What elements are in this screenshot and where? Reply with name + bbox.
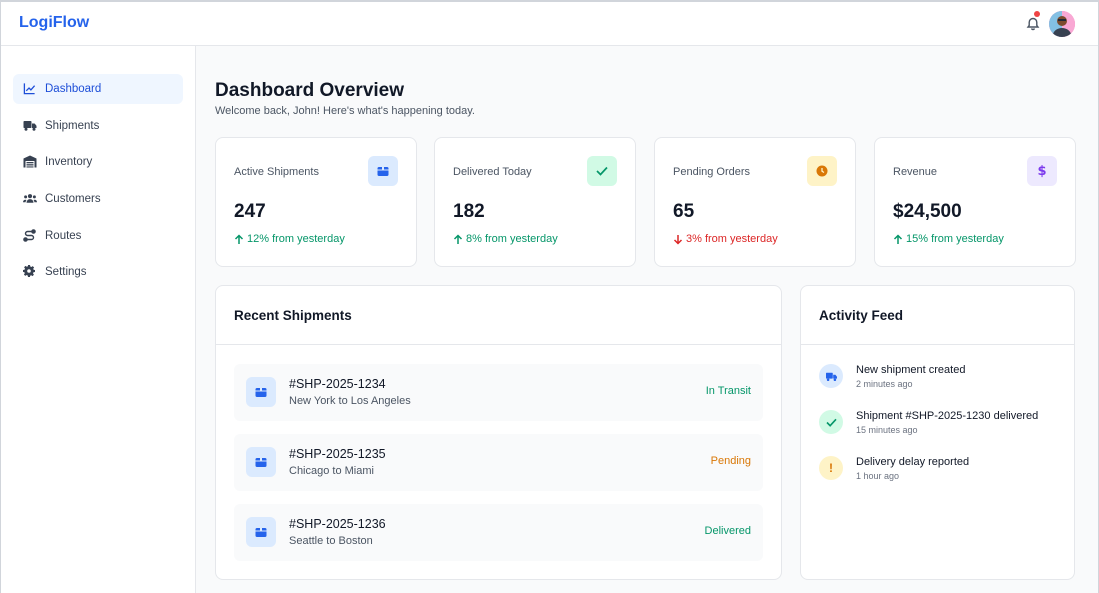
check-icon <box>587 156 617 186</box>
sidebar-item-routes[interactable]: Routes <box>13 221 183 251</box>
page-subtitle: Welcome back, John! Here's what's happen… <box>215 105 475 117</box>
top-bar: LogiFlow <box>1 2 1098 46</box>
sidebar-item-customers[interactable]: Customers <box>13 184 183 214</box>
stat-label: Revenue <box>893 166 938 178</box>
stat-label: Active Shipments <box>234 166 319 178</box>
truck-icon <box>23 119 37 133</box>
clock-icon <box>807 156 837 186</box>
shipment-row[interactable]: #SHP-2025-1236 Seattle to Boston Deliver… <box>234 504 763 561</box>
panel-title: Activity Feed <box>819 308 904 323</box>
stat-card-delivered-today: Delivered Today 182 8% from yesterday <box>434 137 636 267</box>
status-badge: Delivered <box>704 525 751 537</box>
arrow-up-icon <box>234 233 244 244</box>
notification-dot <box>1034 11 1040 17</box>
sidebar-item-label: Routes <box>45 230 82 242</box>
divider <box>801 344 1074 345</box>
shipment-route: New York to Los Angeles <box>289 395 411 407</box>
dollar-icon: $ <box>1027 156 1057 186</box>
divider <box>216 344 781 345</box>
shipment-id: #SHP-2025-1236 <box>289 517 386 531</box>
stat-value: $24,500 <box>893 201 962 222</box>
stat-change: 12% from yesterday <box>234 233 345 245</box>
exclamation-icon: ! <box>819 456 843 480</box>
sidebar-item-label: Inventory <box>45 156 93 168</box>
sidebar: Dashboard Shipments Inventory Customers … <box>1 46 196 593</box>
shipment-row[interactable]: #SHP-2025-1235 Chicago to Miami Pending <box>234 434 763 491</box>
shipment-id: #SHP-2025-1234 <box>289 377 386 391</box>
shipment-route: Chicago to Miami <box>289 465 374 477</box>
stat-label: Delivered Today <box>453 166 532 178</box>
sidebar-item-inventory[interactable]: Inventory <box>13 147 183 177</box>
stat-card-active-shipments: Active Shipments 247 12% from yesterday <box>215 137 417 267</box>
box-icon <box>368 156 398 186</box>
recent-shipments-panel: Recent Shipments #SHP-2025-1234 New York… <box>215 285 782 580</box>
app-logo[interactable]: LogiFlow <box>19 14 89 32</box>
arrow-down-icon <box>673 234 683 245</box>
panel-title: Recent Shipments <box>234 308 352 323</box>
shipment-id: #SHP-2025-1235 <box>289 447 386 461</box>
shipment-row[interactable]: #SHP-2025-1234 New York to Los Angeles I… <box>234 364 763 421</box>
chart-line-icon <box>23 82 37 96</box>
stat-value: 65 <box>673 201 695 222</box>
box-icon <box>246 377 276 407</box>
user-avatar[interactable] <box>1049 11 1075 37</box>
arrow-up-icon <box>893 233 903 244</box>
shipment-route: Seattle to Boston <box>289 535 373 547</box>
stat-value: 247 <box>234 201 266 222</box>
bell-icon[interactable] <box>1025 16 1041 32</box>
sidebar-item-label: Dashboard <box>45 83 102 95</box>
activity-item[interactable]: New shipment created 2 minutes ago <box>819 364 1059 400</box>
activity-time: 1 hour ago <box>856 471 900 481</box>
check-icon <box>819 410 843 434</box>
stat-card-revenue: Revenue $ $24,500 15% from yesterday <box>874 137 1076 267</box>
activity-time: 2 minutes ago <box>856 379 913 389</box>
activity-text: New shipment created <box>856 364 966 376</box>
arrow-up-icon <box>453 233 463 244</box>
stat-value: 182 <box>453 201 485 222</box>
route-icon <box>23 229 37 243</box>
gear-icon <box>23 265 37 279</box>
page-title: Dashboard Overview <box>215 80 405 101</box>
sidebar-item-label: Customers <box>45 193 101 205</box>
sidebar-item-label: Settings <box>45 266 87 278</box>
stat-change: 8% from yesterday <box>453 233 558 245</box>
main-content: Dashboard Overview Welcome back, John! H… <box>197 46 1098 593</box>
stat-label: Pending Orders <box>673 166 751 178</box>
sidebar-item-settings[interactable]: Settings <box>13 257 183 287</box>
stat-change: 15% from yesterday <box>893 233 1004 245</box>
sidebar-item-shipments[interactable]: Shipments <box>13 111 183 141</box>
activity-item[interactable]: ! Delivery delay reported 1 hour ago <box>819 456 1059 492</box>
activity-text: Delivery delay reported <box>856 456 970 468</box>
activity-text: Shipment #SHP-2025-1230 delivered <box>856 410 1039 422</box>
truck-icon <box>819 364 843 388</box>
status-badge: Pending <box>710 455 751 467</box>
warehouse-icon <box>23 155 37 169</box>
status-badge: In Transit <box>705 385 751 397</box>
activity-time: 15 minutes ago <box>856 425 918 435</box>
activity-feed-panel: Activity Feed New shipment created 2 min… <box>800 285 1075 580</box>
box-icon <box>246 517 276 547</box>
box-icon <box>246 447 276 477</box>
sidebar-item-label: Shipments <box>45 120 100 132</box>
stat-card-pending-orders: Pending Orders 65 3% from yesterday <box>654 137 856 267</box>
activity-item[interactable]: Shipment #SHP-2025-1230 delivered 15 min… <box>819 410 1059 446</box>
users-icon <box>23 192 37 206</box>
sidebar-item-dashboard[interactable]: Dashboard <box>13 74 183 104</box>
stat-change: 3% from yesterday <box>673 233 778 245</box>
